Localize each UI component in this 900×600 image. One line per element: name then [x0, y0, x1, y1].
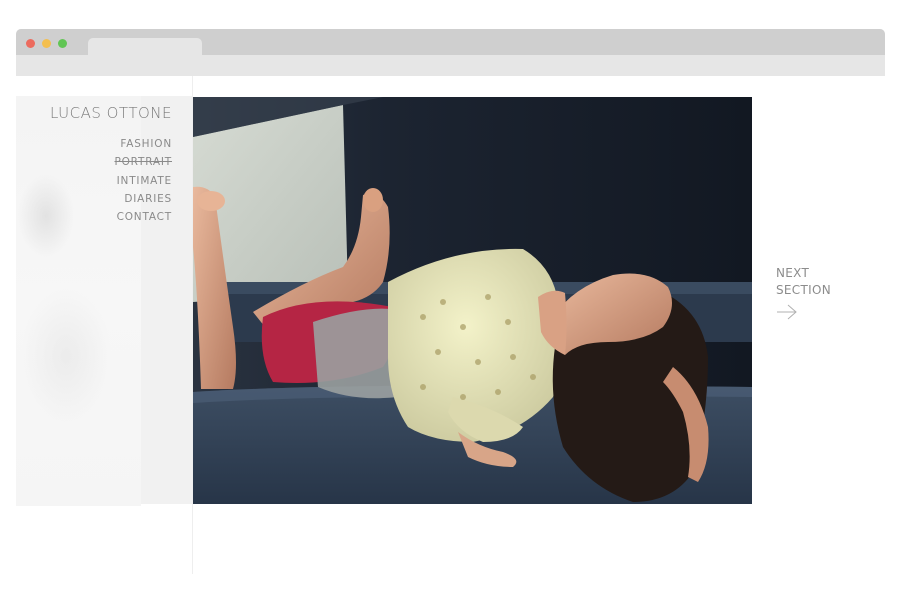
- maximize-window-button[interactable]: [58, 39, 67, 48]
- arrow-right-icon: [777, 304, 797, 320]
- nav-item-intimate[interactable]: INTIMATE: [114, 172, 172, 190]
- browser-window: LUCAS OTTONE FASHION PORTRAIT INTIMATE D…: [16, 29, 885, 574]
- nav-item-portrait[interactable]: PORTRAIT: [114, 153, 172, 171]
- next-section-line1: NEXT: [776, 266, 810, 280]
- minimize-window-button[interactable]: [42, 39, 51, 48]
- photo-woman-reclining-on-sofa: [193, 97, 752, 504]
- nav-item-fashion[interactable]: FASHION: [114, 135, 172, 153]
- next-section-link[interactable]: NEXT SECTION: [776, 265, 831, 320]
- site-title[interactable]: LUCAS OTTONE: [50, 104, 172, 122]
- close-window-button[interactable]: [26, 39, 35, 48]
- page-viewport: LUCAS OTTONE FASHION PORTRAIT INTIMATE D…: [16, 76, 885, 574]
- nav-item-diaries[interactable]: DIARIES: [114, 190, 172, 208]
- nav-item-contact[interactable]: CONTACT: [114, 208, 172, 226]
- browser-tab[interactable]: [88, 38, 202, 55]
- main-nav: FASHION PORTRAIT INTIMATE DIARIES CONTAC…: [114, 135, 172, 226]
- browser-chrome: [16, 29, 885, 76]
- next-section-line2: SECTION: [776, 283, 831, 297]
- hero-photo: [193, 97, 752, 504]
